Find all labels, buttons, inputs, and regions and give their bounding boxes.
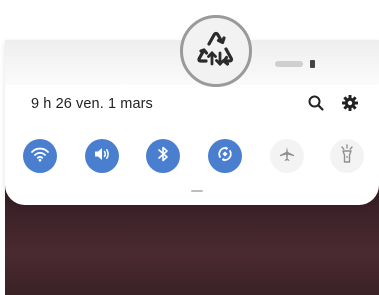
rotate-icon xyxy=(215,144,235,169)
quick-setting-sound[interactable] xyxy=(85,139,119,173)
status-bar-blurred-icons xyxy=(275,61,303,67)
quick-setting-auto-rotate[interactable] xyxy=(208,139,242,173)
date-time-label: 9 h 26 ven. 1 mars xyxy=(31,96,153,112)
quick-setting-bluetooth[interactable] xyxy=(146,139,180,173)
gear-icon[interactable] xyxy=(340,93,360,113)
recycle-sync-icon xyxy=(180,15,252,87)
quick-setting-airplane-mode[interactable] xyxy=(270,139,304,173)
panel-drag-handle[interactable] xyxy=(191,190,203,192)
wifi-icon xyxy=(30,145,50,168)
quick-setting-flashlight[interactable] xyxy=(330,139,364,173)
search-icon[interactable] xyxy=(306,93,326,113)
volume-icon xyxy=(92,145,112,168)
flashlight-icon xyxy=(339,143,355,169)
quick-setting-wifi[interactable] xyxy=(23,139,57,173)
bluetooth-icon xyxy=(155,144,171,169)
airplane-icon xyxy=(278,145,296,168)
battery-icon xyxy=(310,60,315,68)
